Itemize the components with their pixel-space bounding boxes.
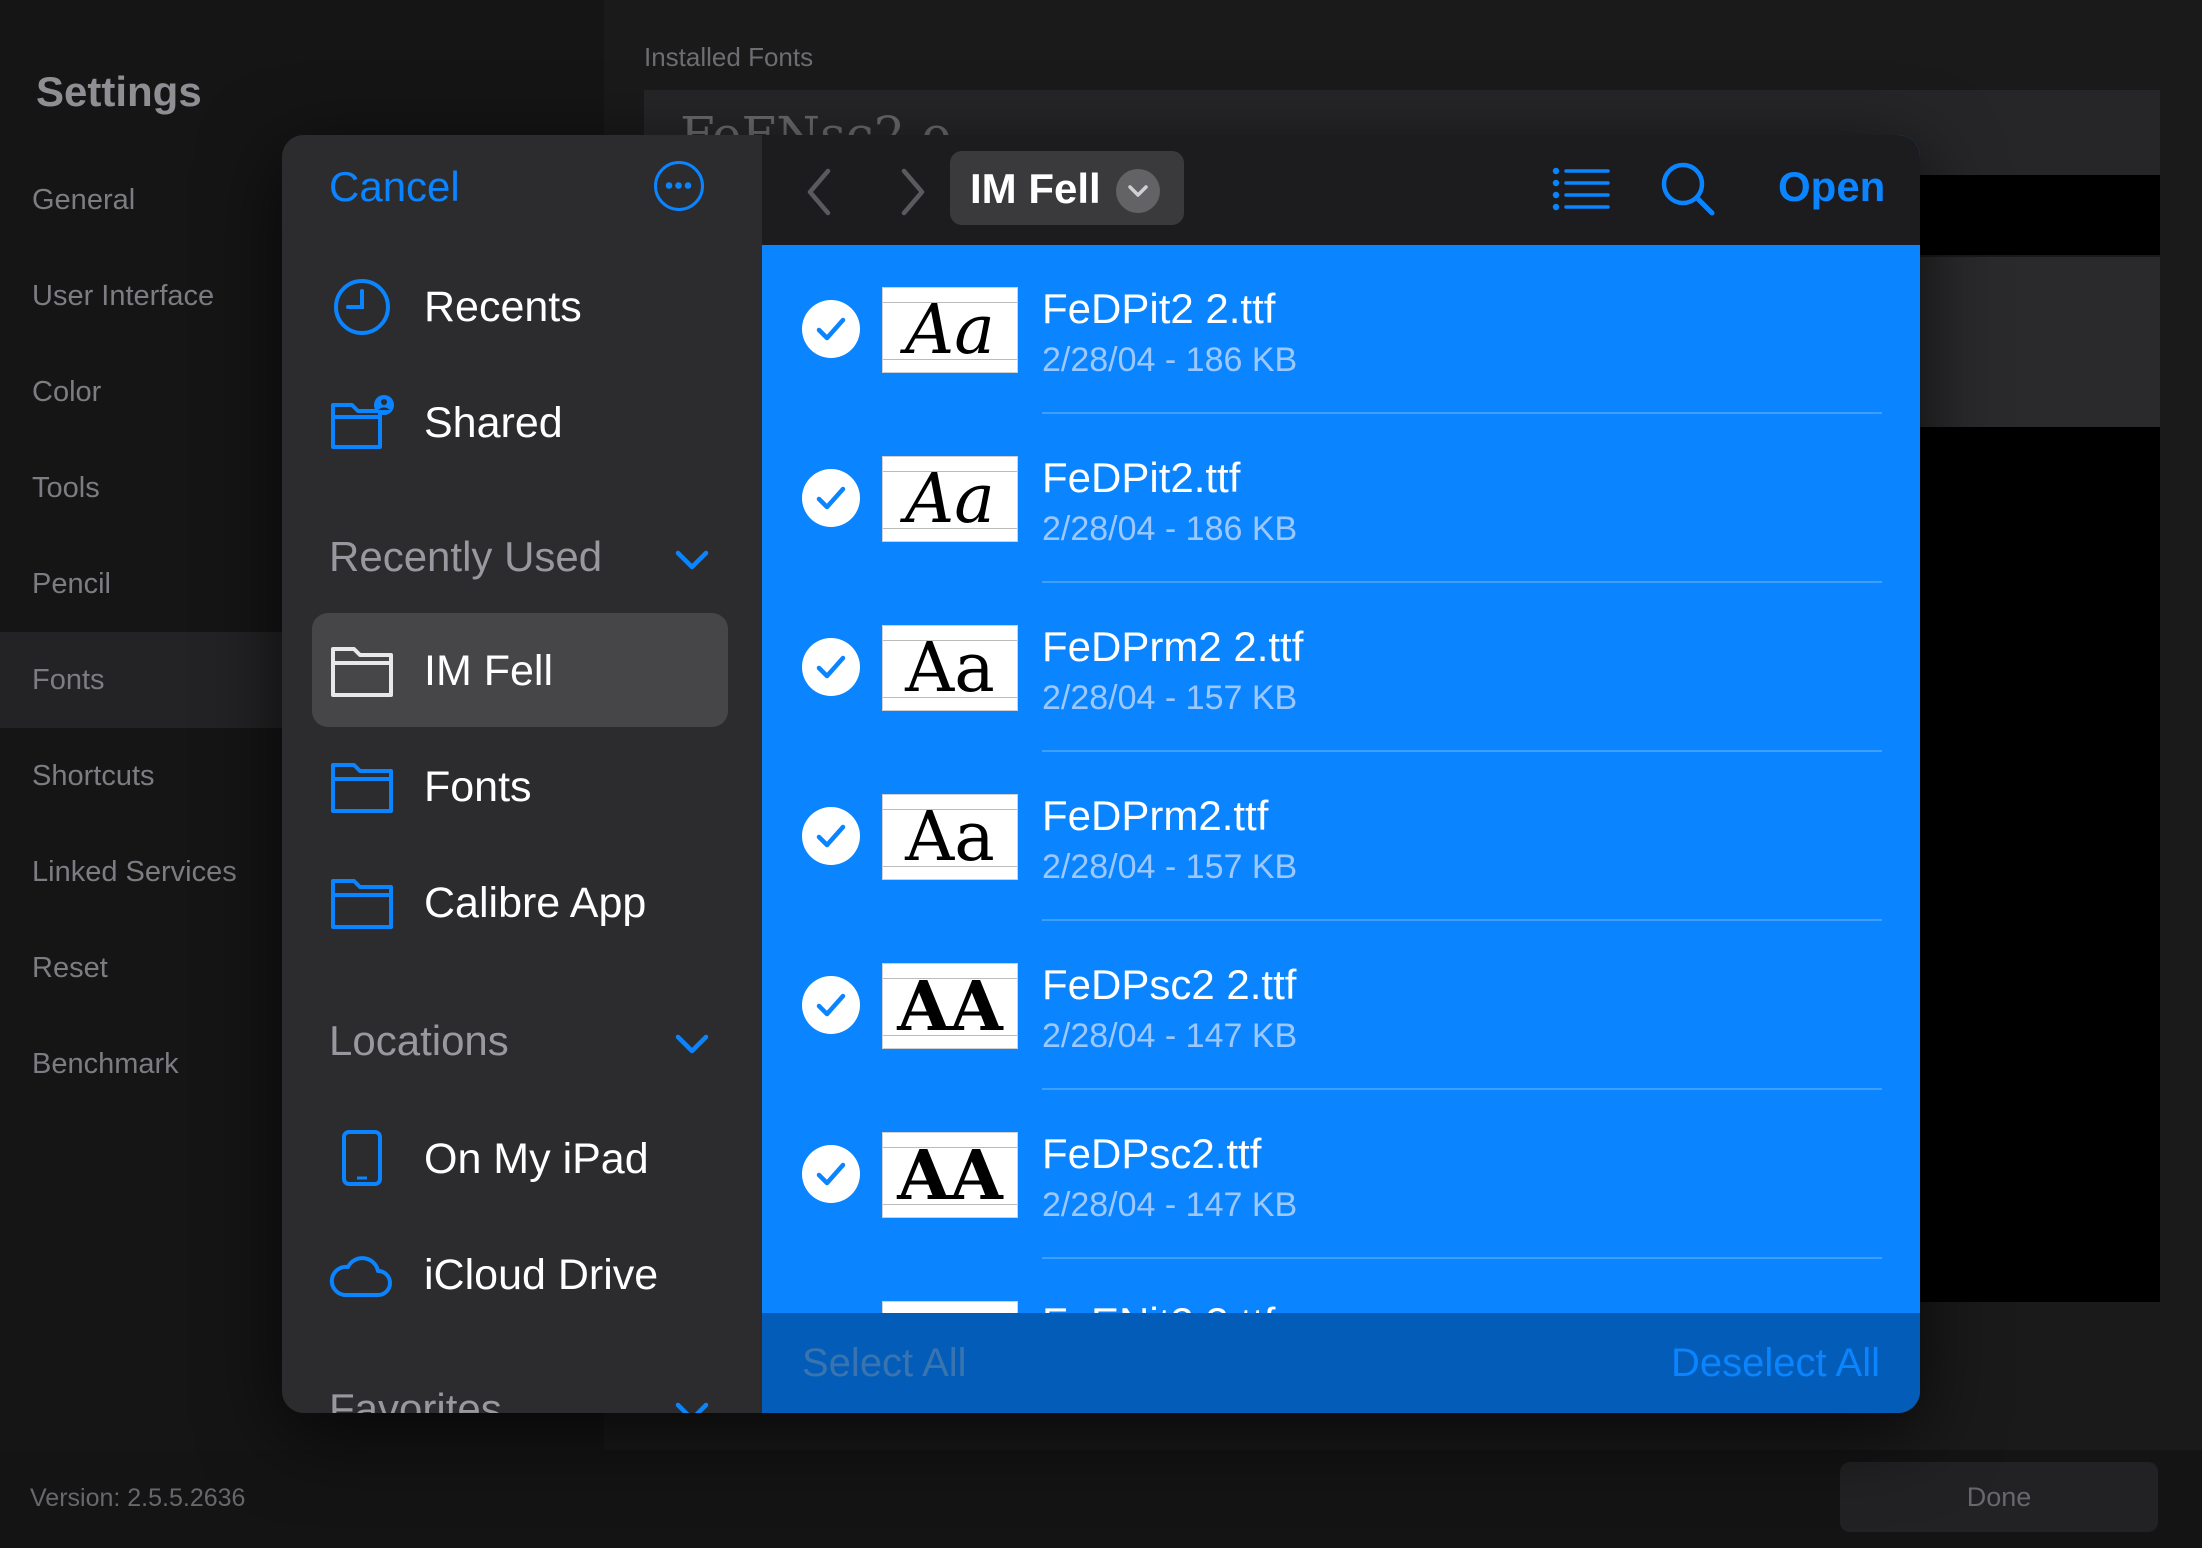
sidebar-item-fonts[interactable]: Fonts	[312, 729, 728, 843]
file-row[interactable]: Aa FeDPrm2 2.ttf 2/28/04 - 157 KB	[762, 583, 1920, 752]
file-name: FeDPsc2.ttf	[1042, 1130, 1262, 1177]
file-meta: 2/28/04 - 147 KB	[1042, 1186, 1298, 1224]
folder-breadcrumb[interactable]: IM Fell	[950, 151, 1184, 225]
checkmark-icon[interactable]	[802, 638, 860, 696]
locations-header[interactable]: Locations	[329, 1017, 509, 1065]
sidebar-item-icloud-drive[interactable]: iCloud Drive	[312, 1217, 728, 1331]
file-row[interactable]: Aa FeDPit2 2.ttf 2/28/04 - 186 KB	[762, 245, 1920, 414]
settings-title: Settings	[36, 68, 202, 115]
font-preview-thumbnail: AA	[882, 963, 1018, 1049]
file-meta: 2/28/04 - 186 KB	[1042, 510, 1298, 548]
file-name: FeDPsc2 2.ttf	[1042, 961, 1297, 1008]
font-preview-thumbnail: AA	[882, 1132, 1018, 1218]
file-name: FeDPrm2 2.ttf	[1042, 623, 1304, 670]
sidebar-item-label: Recents	[424, 283, 582, 331]
forward-chevron-icon[interactable]	[892, 167, 932, 217]
checkmark-icon[interactable]	[802, 976, 860, 1034]
file-meta: 2/28/04 - 186 KB	[1042, 341, 1298, 379]
font-preview-thumbnail: Aa	[882, 456, 1018, 542]
open-button[interactable]: Open	[1778, 163, 1885, 211]
file-picker-modal: Cancel Recents Shared Recently Used IM F…	[282, 135, 1920, 1413]
checkmark-icon[interactable]	[802, 807, 860, 865]
chevron-down-icon[interactable]	[672, 545, 712, 575]
recently-used-header[interactable]: Recently Used	[329, 533, 602, 581]
ipad-icon	[342, 1130, 382, 1186]
chevron-down-icon[interactable]	[672, 1397, 712, 1413]
folder-icon	[331, 647, 393, 697]
font-sample-text: Aa	[905, 291, 995, 370]
favorites-header[interactable]: Favorites	[329, 1385, 502, 1413]
list-view-icon[interactable]	[1552, 165, 1610, 213]
font-sample-text: Aa	[905, 460, 995, 539]
font-sample-text: Aa	[905, 629, 995, 708]
sidebar-item-shared[interactable]: Shared	[312, 365, 728, 479]
cancel-button[interactable]: Cancel	[329, 163, 460, 211]
current-folder-name: IM Fell	[970, 165, 1101, 212]
file-list-panel: Aa FeDPit2 2.ttf 2/28/04 - 186 KB Aa FeDPit2…	[762, 135, 1920, 1413]
settings-footer: Version: 2.5.5.2636 Done	[0, 1450, 2202, 1548]
picker-sidebar: Cancel Recents Shared Recently Used IM F…	[282, 135, 762, 1413]
sidebar-item-label: Shared	[424, 399, 563, 447]
sidebar-item-label: On My iPad	[424, 1135, 649, 1183]
file-meta: 2/28/04 - 147 KB	[1042, 1017, 1298, 1055]
version-label: Version: 2.5.5.2636	[30, 1484, 246, 1512]
file-row[interactable]: AA FeDPsc2.ttf 2/28/04 - 147 KB	[762, 1090, 1920, 1259]
font-sample-text: AA	[897, 967, 1003, 1047]
file-row[interactable]: Aa FeDPit2.ttf 2/28/04 - 186 KB	[762, 414, 1920, 583]
font-preview-thumbnail: Aa	[882, 794, 1018, 880]
clock-icon	[334, 279, 390, 335]
checkmark-icon[interactable]	[802, 1145, 860, 1203]
sidebar-item-label: Fonts	[424, 763, 532, 811]
file-name: FeDPit2 2.ttf	[1042, 285, 1276, 332]
file-name: FeDPit2.ttf	[1042, 454, 1241, 501]
picker-toolbar: IM Fell Open	[762, 135, 1920, 245]
chevron-down-icon[interactable]	[672, 1029, 712, 1059]
cloud-icon	[329, 1256, 392, 1297]
file-meta: 2/28/04 - 157 KB	[1042, 679, 1298, 717]
shared-folder-icon	[331, 395, 394, 449]
file-meta: 2/28/04 - 157 KB	[1042, 848, 1298, 886]
sidebar-item-calibre-app[interactable]: Calibre App	[312, 845, 728, 959]
selection-bar: Select All Deselect All	[762, 1313, 1920, 1413]
folder-icon	[331, 879, 393, 929]
deselect-all-button[interactable]: Deselect All	[1671, 1341, 1880, 1386]
checkmark-icon[interactable]	[802, 469, 860, 527]
done-button[interactable]: Done	[1840, 1462, 2158, 1532]
font-preview-thumbnail: Aa	[882, 625, 1018, 711]
file-row[interactable]: Aa FeDPrm2.ttf 2/28/04 - 157 KB	[762, 752, 1920, 921]
chevron-down-icon	[1116, 169, 1160, 213]
sidebar-item-label: Calibre App	[424, 879, 647, 927]
search-icon[interactable]	[1660, 161, 1716, 217]
font-preview-thumbnail: Aa	[882, 287, 1018, 373]
font-sample-text: Aa	[905, 798, 995, 877]
font-sample-text: AA	[897, 1136, 1003, 1216]
folder-icon	[331, 763, 393, 813]
ellipsis-circle-icon[interactable]	[654, 161, 704, 211]
back-chevron-icon[interactable]	[800, 167, 840, 217]
sidebar-item-label: iCloud Drive	[424, 1251, 659, 1299]
checkmark-icon[interactable]	[802, 300, 860, 358]
file-name: FeDPrm2.ttf	[1042, 792, 1269, 839]
sidebar-item-im-fell[interactable]: IM Fell	[312, 613, 728, 727]
sidebar-item-label: IM Fell	[424, 647, 553, 695]
sidebar-item-on-my-ipad[interactable]: On My iPad	[312, 1101, 728, 1215]
select-all-button[interactable]: Select All	[802, 1341, 967, 1386]
sidebar-item-recents[interactable]: Recents	[312, 249, 728, 363]
file-row[interactable]: AA FeDPsc2 2.ttf 2/28/04 - 147 KB	[762, 921, 1920, 1090]
